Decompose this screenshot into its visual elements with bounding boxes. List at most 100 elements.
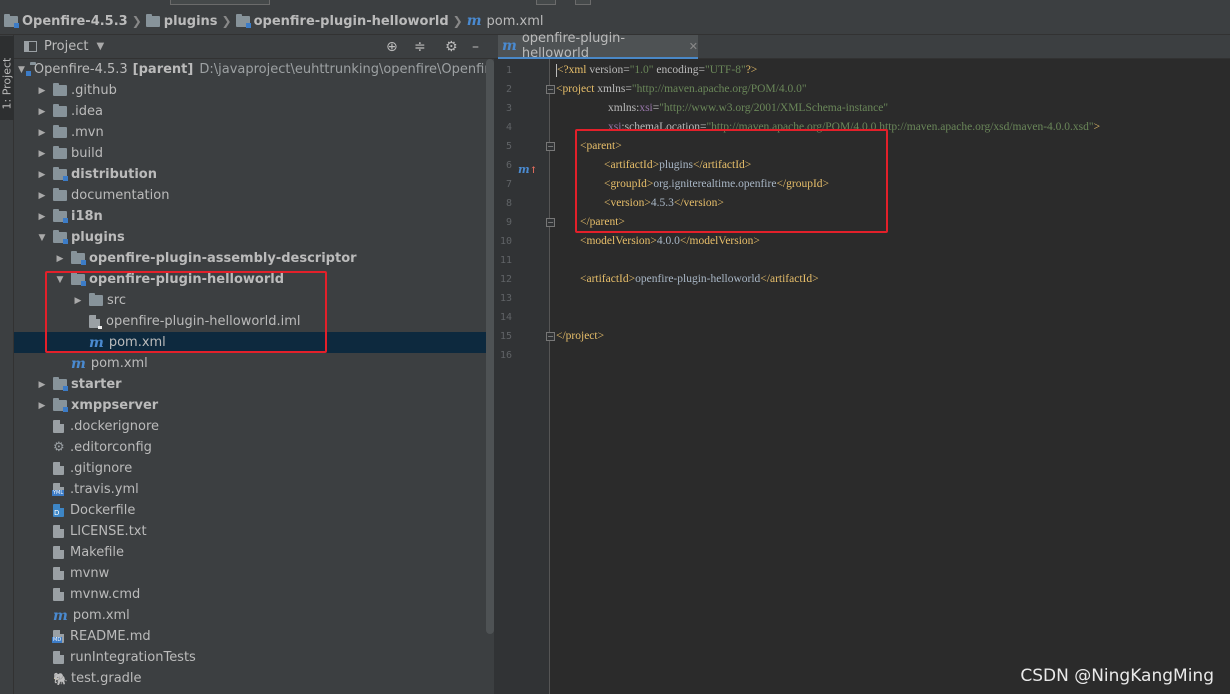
tree-item-label: src [107, 293, 126, 308]
fold-toggle-icon[interactable]: − [546, 218, 555, 227]
tree-item-github[interactable]: ▶ .github [14, 80, 486, 101]
folder-icon [53, 83, 67, 96]
tree-item-editorconfig[interactable]: ▶ ⚙ .editorconfig [14, 437, 486, 458]
tree-item-license[interactable]: ▶ LICENSE.txt [14, 521, 486, 542]
text-file-icon [53, 567, 64, 580]
tree-item-label: .dockerignore [70, 419, 160, 434]
code-line-7: <groupId>org.igniterealtime.openfire</gr… [604, 175, 829, 194]
tree-item-root[interactable]: ▼ Openfire-4.5.3 [parent] D:\javaproject… [14, 59, 486, 80]
line-number: 13 [499, 293, 512, 304]
module-folder-icon [53, 398, 68, 412]
tree-item-runintegrationtests[interactable]: ▶ runIntegrationTests [14, 647, 486, 668]
tree-item-label: .mvn [71, 125, 104, 140]
arrow-up-icon: ↑ [529, 166, 538, 176]
tree-item-label: plugins [71, 230, 125, 245]
fold-toggle-icon[interactable]: − [546, 85, 555, 94]
xml-tag: <version> [604, 197, 651, 209]
collapsed-arrow-icon[interactable]: ▶ [36, 191, 48, 201]
tree-item-plugins[interactable]: ▼ plugins [14, 227, 486, 248]
project-view-selector[interactable]: Project ▼ [24, 39, 104, 54]
tree-item-distribution[interactable]: ▶ distribution [14, 164, 486, 185]
xml-tag: <groupId> [604, 178, 654, 190]
gear-icon[interactable]: ⚙ [445, 39, 458, 55]
collapsed-arrow-icon[interactable]: ▶ [36, 107, 48, 117]
collapsed-arrow-icon[interactable]: ▶ [36, 380, 48, 390]
breadcrumb-item-openfire[interactable]: Openfire-4.5.3 [4, 13, 128, 29]
xml-tag: </artifactId> [692, 159, 752, 171]
tree-item-iml[interactable]: ▶ openfire-plugin-helloworld.iml [14, 311, 486, 332]
tree-item-helloworld[interactable]: ▼ openfire-plugin-helloworld [14, 269, 486, 290]
tree-item-mvnw[interactable]: ▶ mvnw [14, 563, 486, 584]
xml-value: "http://maven.apache.org/POM/4.0.0" [631, 83, 807, 95]
breadcrumb-item-helloworld[interactable]: openfire-plugin-helloworld [235, 13, 449, 29]
tree-item-mvnw-cmd[interactable]: ▶ mvnw.cmd [14, 584, 486, 605]
iml-file-icon [89, 315, 102, 329]
collapse-all-icon[interactable]: ≑ [414, 39, 426, 55]
tree-item-documentation[interactable]: ▶ documentation [14, 185, 486, 206]
xml-value: "UTF-8" [705, 64, 746, 76]
fold-toggle-icon[interactable]: − [546, 332, 555, 341]
tree-item-helloworld-pom[interactable]: ▶ m pom.xml [14, 332, 486, 353]
tree-item-idea[interactable]: ▶ .idea [14, 101, 486, 122]
line-number: 1 [505, 65, 512, 76]
toolbar-dropdown[interactable] [170, 0, 270, 5]
collapsed-arrow-icon[interactable]: ▶ [36, 212, 48, 222]
line-number: 15 [499, 331, 512, 342]
tree-item-xmppserver[interactable]: ▶ xmppserver [14, 395, 486, 416]
chevron-down-icon: ▼ [96, 41, 105, 52]
folder-icon [89, 293, 103, 306]
breadcrumb-label: openfire-plugin-helloworld [253, 13, 449, 29]
editor-panel: m openfire-plugin-helloworld ✕ 1 2 3 4 5… [494, 31, 1230, 694]
expanded-arrow-icon[interactable]: ▼ [36, 233, 48, 243]
collapsed-arrow-icon[interactable]: ▶ [36, 149, 48, 159]
tree-item-label: runIntegrationTests [70, 650, 196, 665]
breadcrumb-item-pom[interactable]: m pom.xml [467, 13, 544, 29]
code-line-1: <?xml version="1.0" encoding="UTF-8"?> [556, 61, 757, 80]
expanded-arrow-icon[interactable]: ▼ [54, 275, 66, 285]
tree-item-src[interactable]: ▶ src [14, 290, 486, 311]
fold-toggle-icon[interactable]: − [546, 142, 555, 151]
collapsed-arrow-icon[interactable]: ▶ [36, 170, 48, 180]
hide-icon[interactable]: – [472, 39, 479, 55]
project-tree-scrollbar[interactable] [486, 59, 494, 634]
xml-tag: </version> [673, 197, 724, 209]
tab-pom-xml[interactable]: m openfire-plugin-helloworld ✕ [498, 31, 698, 61]
project-tool-window-tab[interactable]: 1: Project [0, 36, 14, 120]
tree-item-i18n[interactable]: ▶ i18n [14, 206, 486, 227]
collapsed-arrow-icon[interactable]: ▶ [36, 401, 48, 411]
tree-item-makefile[interactable]: ▶ Makefile [14, 542, 486, 563]
toolbar-button[interactable] [575, 0, 591, 5]
code-line-8: <version>4.5.3</version> [604, 194, 724, 213]
tree-item-gitignore[interactable]: ▶ .gitignore [14, 458, 486, 479]
tree-item-travis[interactable]: ▶ .travis.yml [14, 479, 486, 500]
locate-icon[interactable]: ⊕ [386, 39, 398, 55]
tree-item-build[interactable]: ▶ build [14, 143, 486, 164]
text-file-icon [53, 462, 64, 475]
breadcrumb-label: Openfire-4.5.3 [22, 13, 128, 29]
code-line-2: <project xmlns="http://maven.apache.org/… [556, 80, 807, 99]
toolbar-button[interactable] [536, 0, 556, 5]
collapsed-arrow-icon[interactable]: ▶ [36, 86, 48, 96]
tree-item-plugins-pom[interactable]: ▶ m pom.xml [14, 353, 486, 374]
tree-item-assembly-descriptor[interactable]: ▶ openfire-plugin-assembly-descriptor [14, 248, 486, 269]
expanded-arrow-icon[interactable]: ▼ [18, 65, 25, 75]
code-line-9: </parent> [580, 213, 625, 232]
collapsed-arrow-icon[interactable]: ▶ [36, 128, 48, 138]
tree-item-mvn[interactable]: ▶ .mvn [14, 122, 486, 143]
tree-item-readme[interactable]: ▶ README.md [14, 626, 486, 647]
docker-file-icon [53, 504, 64, 517]
collapsed-arrow-icon[interactable]: ▶ [72, 296, 84, 306]
tree-item-test-gradle[interactable]: ▶ 🐘 test.gradle [14, 668, 486, 689]
tree-item-label: Openfire-4.5.3 [33, 62, 128, 77]
tree-item-starter[interactable]: ▶ starter [14, 374, 486, 395]
xml-value: "1.0" [629, 64, 654, 76]
maven-icon: m [466, 13, 482, 29]
tree-item-dockerfile[interactable]: ▶ Dockerfile [14, 500, 486, 521]
tree-item-root-pom[interactable]: ▶ m pom.xml [14, 605, 486, 626]
code-line-3: xmlns:xsi="http://www.w3.org/2001/XMLSch… [608, 99, 888, 118]
collapsed-arrow-icon[interactable]: ▶ [54, 254, 66, 264]
breadcrumb-item-plugins[interactable]: plugins [145, 13, 218, 29]
close-icon[interactable]: ✕ [689, 40, 698, 53]
tree-item-dockerignore[interactable]: ▶ .dockerignore [14, 416, 486, 437]
maven-parent-gutter-icon[interactable]: m↑ [518, 163, 537, 176]
